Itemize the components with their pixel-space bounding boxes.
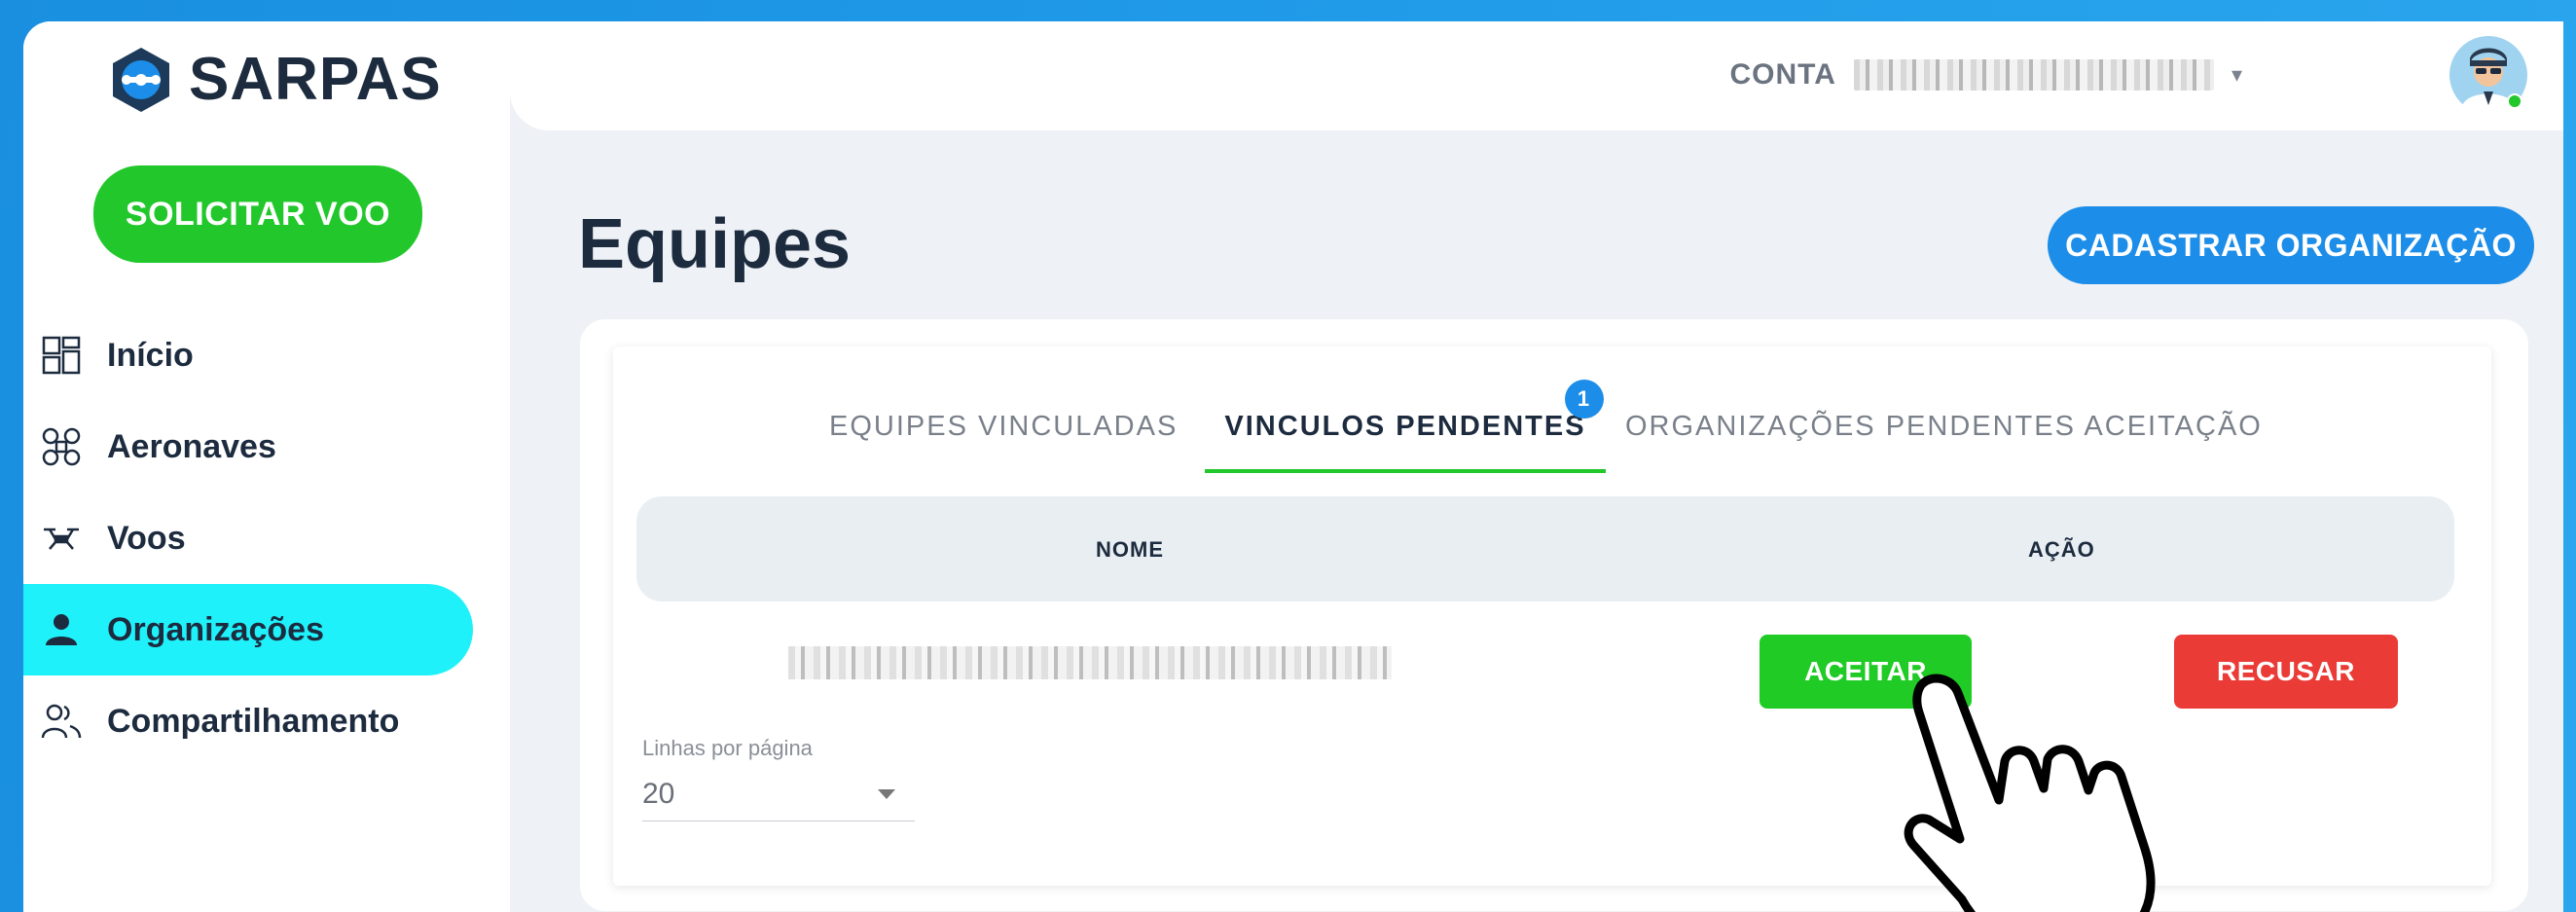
sidebar-item-aeronaves[interactable]: Aeronaves	[23, 401, 473, 492]
sidebar-item-label: Início	[107, 336, 194, 374]
logo[interactable]: SARPAS	[107, 45, 442, 114]
caret-down-icon	[878, 788, 895, 799]
sidebar-item-voos[interactable]: Voos	[23, 492, 473, 584]
chevron-down-icon: ▾	[2231, 62, 2242, 87]
sidebar-item-label: Aeronaves	[107, 427, 276, 465]
person-icon	[41, 609, 82, 650]
tab-equipes-vinculadas[interactable]: EQUIPES VINCULADAS	[829, 405, 1178, 473]
sidebar-nav: Início Aeronaves Voos Organizações Compa…	[23, 310, 473, 767]
sidebar-item-label: Organizações	[107, 610, 324, 648]
page-title: Equipes	[578, 205, 852, 283]
drone-logo-icon	[113, 47, 169, 112]
people-share-icon	[41, 701, 82, 742]
sidebar: SARPAS SOLICITAR VOO Início Aeronaves Vo…	[23, 21, 510, 912]
account-label: CONTA	[1729, 58, 1836, 91]
tab-label: EQUIPES VINCULADAS	[829, 411, 1179, 442]
sidebar-item-compartilhamento[interactable]: Compartilhamento	[23, 675, 473, 767]
top-bar: CONTA ▾	[510, 21, 2563, 130]
flight-drone-icon	[41, 518, 82, 559]
column-header-nome: NOME	[1096, 537, 1164, 562]
hand-pointer-cursor-icon	[1904, 674, 2156, 912]
tab-organizacoes-pendentes[interactable]: ORGANIZAÇÕES PENDENTES ACEITAÇÃO	[1625, 405, 2263, 473]
organization-name-redacted	[788, 646, 1392, 679]
table-header: NOME AÇÃO	[636, 496, 2454, 602]
tab-label: VINCULOS PENDENTES	[1224, 411, 1586, 442]
rows-per-page-label: Linhas por página	[642, 736, 813, 760]
sidebar-item-inicio[interactable]: Início	[23, 310, 473, 401]
account-selector[interactable]: CONTA ▾	[1730, 58, 2242, 91]
tab-vinculos-pendentes[interactable]: VINCULOS PENDENTES 1	[1205, 380, 1606, 473]
app-frame: SARPAS SOLICITAR VOO Início Aeronaves Vo…	[23, 21, 2563, 912]
column-header-acao: AÇÃO	[2028, 537, 2095, 562]
tab-bar: EQUIPES VINCULADAS VINCULOS PENDENTES 1 …	[613, 380, 2491, 473]
sidebar-item-label: Voos	[107, 519, 186, 557]
active-tab-indicator	[1205, 469, 1606, 473]
account-name-redacted	[1853, 59, 2214, 91]
logo-text: SARPAS	[189, 46, 442, 113]
sidebar-item-label: Compartilhamento	[107, 702, 400, 740]
solicitar-voo-button[interactable]: SOLICITAR VOO	[93, 165, 422, 263]
drone-icon	[41, 426, 82, 467]
dashboard-grid-icon	[41, 335, 82, 376]
sidebar-item-organizacoes[interactable]: Organizações	[23, 584, 473, 675]
rows-per-page-value: 20	[642, 777, 675, 810]
cadastrar-organizacao-button[interactable]: CADASTRAR ORGANIZAÇÃO	[2048, 206, 2534, 284]
pilot-avatar-icon[interactable]	[2449, 35, 2528, 115]
pending-count-badge: 1	[1565, 380, 1604, 419]
rows-per-page-select[interactable]: 20	[642, 767, 915, 821]
tab-label: ORGANIZAÇÕES PENDENTES ACEITAÇÃO	[1625, 411, 2263, 442]
